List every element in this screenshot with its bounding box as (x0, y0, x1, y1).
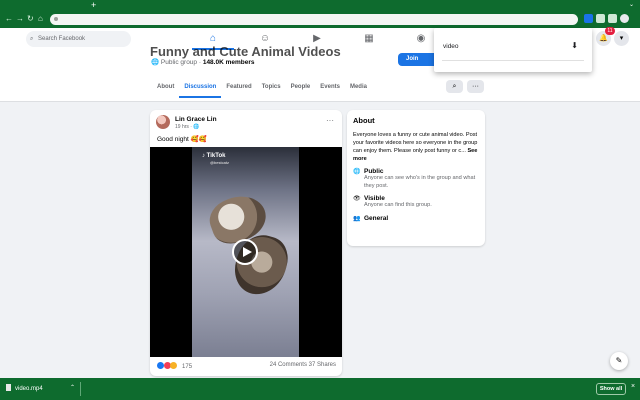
show-all-button[interactable]: Show all (596, 383, 626, 395)
tiktok-handle: @bestcatz (210, 160, 229, 165)
post-text: Good night 🥰🥰 (157, 136, 207, 143)
downloads-popup: video ⬇ (434, 28, 592, 72)
visible-label: Visible (364, 195, 385, 202)
group-members[interactable]: 148.0K members (203, 59, 255, 66)
tab-topics[interactable]: Topics (257, 82, 286, 98)
downloads-icon[interactable] (608, 14, 617, 23)
group-search-button[interactable]: ⌕ (446, 80, 463, 93)
back-button[interactable]: ← (5, 14, 13, 23)
marketplace-nav-icon[interactable]: ▦ (362, 32, 376, 46)
post-author[interactable]: Lin Grace Lin (175, 116, 217, 123)
post-more-button[interactable]: ··· (326, 116, 334, 125)
search-placeholder: Search Facebook (38, 36, 86, 42)
post-reactions[interactable]: 175 (157, 362, 192, 370)
tiktok-watermark: ♪ TikTok (202, 153, 226, 159)
tab-search-chevron-icon[interactable]: ⌄ (629, 1, 634, 8)
group-more-button[interactable]: ··· (467, 80, 484, 93)
profile-avatar-icon[interactable] (620, 14, 629, 23)
shares-count[interactable]: 37 Shares (309, 362, 336, 368)
browser-toolbar: ← → ↻ ⌂ (0, 11, 640, 28)
tab-people[interactable]: People (286, 82, 316, 98)
group-title[interactable]: Funny and Cute Animal Videos (150, 44, 341, 59)
author-avatar[interactable] (156, 115, 170, 129)
tab-discussion[interactable]: Discussion (179, 82, 222, 98)
group-privacy: Public group (160, 59, 198, 66)
extensions-puzzle-icon[interactable] (596, 14, 605, 23)
browser-tab-strip: + ⌄ (0, 0, 640, 11)
globe-icon: 🌐 (193, 124, 200, 130)
extension-icon[interactable] (584, 14, 593, 23)
post-time[interactable]: 19 hrs · 🌐 (175, 124, 200, 130)
home-button[interactable]: ⌂ (38, 14, 43, 23)
visible-description: Anyone can find this group. (364, 202, 432, 208)
tab-about[interactable]: About (152, 82, 179, 98)
site-info-icon[interactable] (54, 17, 58, 21)
eye-icon: 👁 (353, 196, 361, 202)
about-general: 👥 General (353, 215, 479, 222)
post-card: Lin Grace Lin 19 hrs · 🌐 ··· Good night … (150, 110, 342, 376)
public-description: Anyone can see who's in the group and wh… (364, 175, 476, 189)
shelf-divider (80, 382, 81, 396)
search-icon: ⌕ (30, 36, 34, 42)
join-label: Join (406, 56, 419, 62)
tab-featured[interactable]: Featured (221, 82, 256, 98)
popup-divider (442, 60, 584, 61)
about-description: Everyone loves a funny or cute animal vi… (353, 131, 479, 163)
post-video[interactable]: ♪ TikTok @bestcatz (150, 147, 342, 357)
compose-message-icon[interactable]: ✎ (610, 352, 628, 370)
forward-button[interactable]: → (16, 14, 24, 23)
file-icon (6, 384, 11, 391)
download-item[interactable]: video.mp4 (6, 384, 43, 392)
comments-count[interactable]: 24 Comments (270, 362, 307, 368)
download-options-chevron-icon[interactable]: ⌃ (70, 384, 75, 391)
download-item-name: video.mp4 (15, 386, 43, 392)
video-frame: ♪ TikTok @bestcatz (192, 147, 299, 357)
download-shelf: video.mp4 ⌃ Show all × (0, 378, 640, 400)
group-tabs: About Discussion Featured Topics People … (152, 82, 372, 98)
address-bar[interactable] (50, 14, 578, 25)
about-visible: 👁 Visible Anyone can find this group. (353, 195, 479, 210)
reload-button[interactable]: ↻ (27, 14, 34, 23)
group-meta: 🌐 Public group · 148.0K members (151, 58, 255, 66)
tab-media[interactable]: Media (345, 82, 372, 98)
reaction-count: 175 (182, 364, 193, 370)
general-label: General (364, 214, 389, 222)
download-filename[interactable]: video (443, 43, 459, 50)
like-reaction-icon (157, 362, 164, 369)
globe-icon: 🌐 (151, 59, 160, 66)
haha-reaction-icon (170, 362, 178, 369)
globe-icon: 🌐 (353, 169, 361, 175)
download-arrow-icon[interactable]: ⬇ (571, 41, 578, 50)
new-tab-button[interactable]: + (91, 0, 96, 10)
about-card: About Everyone loves a funny or cute ani… (347, 110, 485, 246)
tab-events[interactable]: Events (315, 82, 345, 98)
about-description-text: Everyone loves a funny or cute animal vi… (353, 132, 478, 154)
groups-nav-icon[interactable]: ◉ (414, 32, 428, 46)
about-title: About (353, 116, 375, 125)
browser-tab[interactable] (0, 0, 86, 11)
people-icon: 👥 (353, 215, 361, 222)
notifications-badge: 11 (605, 27, 615, 35)
search-input[interactable]: ⌕ Search Facebook (26, 31, 131, 47)
play-icon[interactable] (232, 239, 258, 265)
account-menu-icon[interactable]: ▾ (614, 31, 629, 46)
join-group-button[interactable]: Join (398, 53, 438, 66)
close-shelf-icon[interactable]: × (631, 383, 635, 390)
about-public: 🌐 Public Anyone can see who's in the gro… (353, 168, 479, 190)
post-stats: 24 Comments 37 Shares (270, 362, 336, 368)
post-time-text: 19 hrs (175, 124, 189, 130)
public-label: Public (364, 168, 384, 175)
